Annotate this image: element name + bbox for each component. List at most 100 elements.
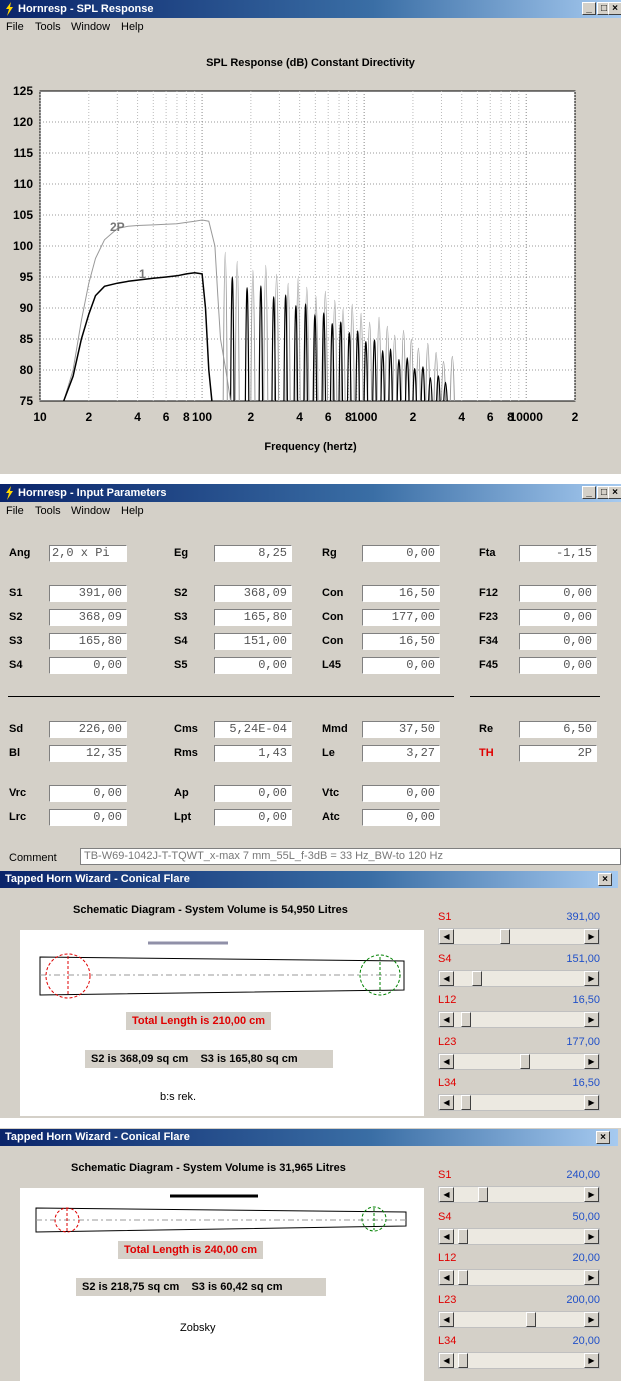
slider-thumb[interactable] bbox=[457, 1228, 468, 1244]
scroll-left-arrow-icon[interactable]: ◀ bbox=[439, 1228, 454, 1244]
param-field-s2[interactable]: 368,09 bbox=[49, 609, 127, 626]
spl-window-titlebar[interactable]: Hornresp - SPL Response _ □ × bbox=[0, 0, 621, 18]
comment-field[interactable]: TB-W69-1042J-T-TQWT_x-max 7 mm_55L_f-3dB… bbox=[80, 848, 621, 865]
param-field-f23[interactable]: 0,00 bbox=[519, 609, 597, 626]
close-icon[interactable]: × bbox=[608, 486, 621, 499]
param-field-lrc[interactable]: 0,00 bbox=[49, 809, 127, 826]
param-field-th[interactable]: 2P bbox=[519, 745, 597, 762]
wizard1-s-info: S2 is 368,09 sq cm S3 is 165,80 sq cm bbox=[85, 1050, 333, 1068]
menu-help[interactable]: Help bbox=[121, 21, 144, 33]
slider-l12[interactable]: ◀ ▶ bbox=[438, 1011, 600, 1028]
minimize-icon[interactable]: _ bbox=[582, 2, 596, 15]
param-label-rg: Rg bbox=[322, 547, 337, 559]
scroll-left-arrow-icon[interactable]: ◀ bbox=[439, 929, 454, 944]
input-window-titlebar[interactable]: Hornresp - Input Parameters _ □ × bbox=[0, 484, 621, 502]
slider-l34[interactable]: ◀ ▶ bbox=[438, 1352, 600, 1369]
scroll-left-arrow-icon[interactable]: ◀ bbox=[439, 1187, 454, 1202]
slider-thumb[interactable] bbox=[499, 929, 510, 944]
scroll-left-arrow-icon[interactable]: ◀ bbox=[439, 1053, 454, 1069]
param-field-vtc[interactable]: 0,00 bbox=[362, 785, 440, 802]
minimize-icon[interactable]: _ bbox=[582, 486, 596, 499]
close-icon[interactable]: × bbox=[598, 873, 612, 886]
scroll-right-arrow-icon[interactable]: ▶ bbox=[584, 1053, 599, 1069]
close-icon[interactable]: × bbox=[596, 1131, 610, 1144]
param-field-s3[interactable]: 165,80 bbox=[214, 609, 292, 626]
param-field-le[interactable]: 3,27 bbox=[362, 745, 440, 762]
param-field-mmd[interactable]: 37,50 bbox=[362, 721, 440, 738]
wizard2-titlebar[interactable]: Tapped Horn Wizard - Conical Flare bbox=[0, 1129, 618, 1146]
scroll-right-arrow-icon[interactable]: ▶ bbox=[584, 970, 599, 986]
param-field-s2[interactable]: 368,09 bbox=[214, 585, 292, 602]
scroll-left-arrow-icon[interactable]: ◀ bbox=[439, 1311, 454, 1327]
scroll-right-arrow-icon[interactable]: ▶ bbox=[584, 1012, 599, 1027]
slider-s1[interactable]: ◀ ▶ bbox=[438, 928, 600, 945]
input-window-title: Hornresp - Input Parameters bbox=[18, 487, 167, 499]
param-field-s4[interactable]: 0,00 bbox=[49, 657, 127, 674]
slider-s4[interactable]: ◀ ▶ bbox=[438, 969, 600, 987]
slider-thumb[interactable] bbox=[472, 970, 482, 986]
scroll-left-arrow-icon[interactable]: ◀ bbox=[439, 1270, 454, 1285]
scroll-right-arrow-icon[interactable]: ▶ bbox=[584, 1353, 599, 1368]
param-field-eg[interactable]: 8,25 bbox=[214, 545, 292, 562]
scroll-right-arrow-icon[interactable]: ▶ bbox=[584, 1228, 599, 1244]
slider-thumb[interactable] bbox=[520, 1053, 530, 1069]
slider-thumb[interactable] bbox=[457, 1270, 468, 1285]
param-field-ang[interactable]: 2,0 x Pi bbox=[49, 545, 127, 562]
param-field-con[interactable]: 16,50 bbox=[362, 633, 440, 650]
param-field-f45[interactable]: 0,00 bbox=[519, 657, 597, 674]
slider-l23[interactable]: ◀ ▶ bbox=[438, 1310, 600, 1328]
param-field-s1[interactable]: 391,00 bbox=[49, 585, 127, 602]
scroll-right-arrow-icon[interactable]: ▶ bbox=[584, 929, 599, 944]
param-field-s5[interactable]: 0,00 bbox=[214, 657, 292, 674]
menu-tools[interactable]: Tools bbox=[35, 21, 61, 33]
slider-s4[interactable]: ◀ ▶ bbox=[438, 1227, 600, 1245]
slider-s1[interactable]: ◀ ▶ bbox=[438, 1186, 600, 1203]
param-field-rms[interactable]: 1,43 bbox=[214, 745, 292, 762]
param-field-f12[interactable]: 0,00 bbox=[519, 585, 597, 602]
slider-thumb[interactable] bbox=[461, 1012, 472, 1027]
slider-thumb[interactable] bbox=[461, 1095, 472, 1110]
scroll-right-arrow-icon[interactable]: ▶ bbox=[584, 1187, 599, 1202]
slider-l12[interactable]: ◀ ▶ bbox=[438, 1269, 600, 1286]
scroll-left-arrow-icon[interactable]: ◀ bbox=[439, 1353, 454, 1368]
scroll-left-arrow-icon[interactable]: ◀ bbox=[439, 970, 454, 986]
param-field-fta[interactable]: -1,15 bbox=[519, 545, 597, 562]
scroll-right-arrow-icon[interactable]: ▶ bbox=[584, 1311, 599, 1327]
param-field-bl[interactable]: 12,35 bbox=[49, 745, 127, 762]
param-field-vrc[interactable]: 0,00 bbox=[49, 785, 127, 802]
slider-l34[interactable]: ◀ ▶ bbox=[438, 1094, 600, 1111]
param-field-cms[interactable]: 5,24E-04 bbox=[214, 721, 292, 738]
menu-file[interactable]: File bbox=[6, 505, 24, 517]
param-field-f34[interactable]: 0,00 bbox=[519, 633, 597, 650]
param-field-rg[interactable]: 0,00 bbox=[362, 545, 440, 562]
param-field-sd[interactable]: 226,00 bbox=[49, 721, 127, 738]
x-tick-label: 4 bbox=[134, 410, 141, 424]
scroll-left-arrow-icon[interactable]: ◀ bbox=[439, 1012, 454, 1027]
slider-thumb[interactable] bbox=[457, 1353, 468, 1368]
slider-thumb[interactable] bbox=[526, 1311, 536, 1327]
param-field-lpt[interactable]: 0,00 bbox=[214, 809, 292, 826]
param-field-con[interactable]: 177,00 bbox=[362, 609, 440, 626]
wizard1-titlebar[interactable]: Tapped Horn Wizard - Conical Flare bbox=[0, 871, 618, 888]
menu-file[interactable]: File bbox=[6, 21, 24, 33]
param-field-re[interactable]: 6,50 bbox=[519, 721, 597, 738]
param-field-s3[interactable]: 165,80 bbox=[49, 633, 127, 650]
param-label-cms: Cms bbox=[174, 723, 198, 735]
menu-window[interactable]: Window bbox=[71, 21, 110, 33]
menu-help[interactable]: Help bbox=[121, 505, 144, 517]
x-tick-label: 2 bbox=[248, 410, 255, 424]
scroll-left-arrow-icon[interactable]: ◀ bbox=[439, 1095, 454, 1110]
param-field-atc[interactable]: 0,00 bbox=[362, 809, 440, 826]
param-field-con[interactable]: 16,50 bbox=[362, 585, 440, 602]
slider-thumb[interactable] bbox=[478, 1187, 488, 1202]
slider-l23[interactable]: ◀ ▶ bbox=[438, 1052, 600, 1070]
scroll-right-arrow-icon[interactable]: ▶ bbox=[584, 1270, 599, 1285]
menu-tools[interactable]: Tools bbox=[35, 505, 61, 517]
close-icon[interactable]: × bbox=[608, 2, 621, 15]
param-label-f12: F12 bbox=[479, 587, 498, 599]
param-field-ap[interactable]: 0,00 bbox=[214, 785, 292, 802]
scroll-right-arrow-icon[interactable]: ▶ bbox=[584, 1095, 599, 1110]
param-field-l45[interactable]: 0,00 bbox=[362, 657, 440, 674]
param-field-s4[interactable]: 151,00 bbox=[214, 633, 292, 650]
menu-window[interactable]: Window bbox=[71, 505, 110, 517]
